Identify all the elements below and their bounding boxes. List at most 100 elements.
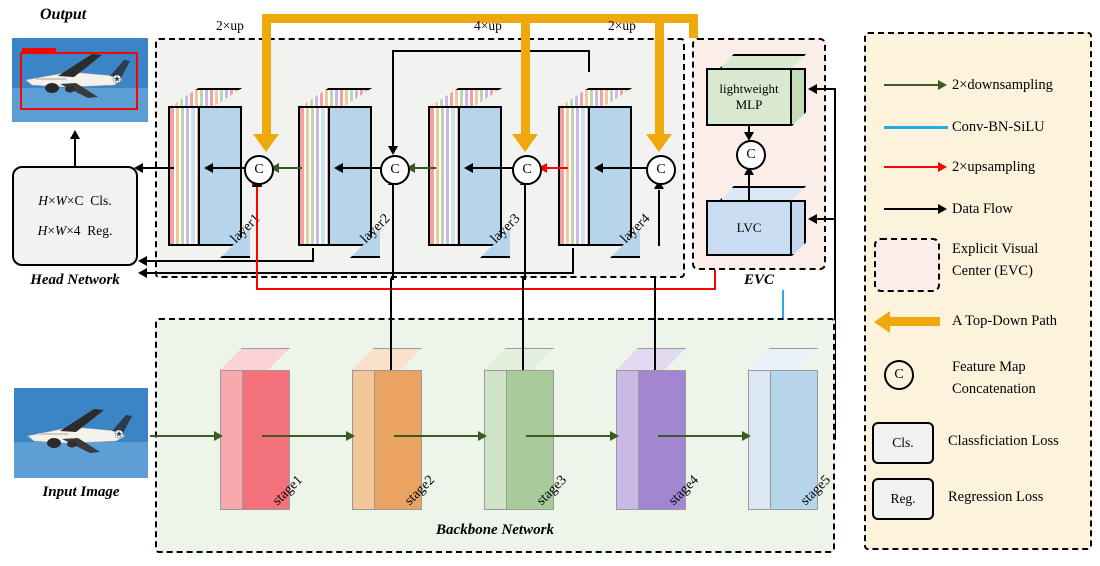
- stage5-side-face: [748, 370, 770, 510]
- stage3-to-concat3-line: [524, 184, 526, 280]
- evc-upsample-hline: [256, 288, 716, 290]
- lvc-side-face: [792, 200, 806, 256]
- lvc-front-face: LVC: [706, 200, 792, 256]
- head-network-box: H×W×C Cls. H×W×4 Reg.: [12, 166, 138, 266]
- layer2-to-concat1-line: [278, 167, 302, 169]
- layer4-bracket-vline-right: [588, 50, 590, 72]
- stage1-side-face: [220, 370, 242, 510]
- output-image: [12, 38, 148, 122]
- stage2-to-stage3-line: [394, 435, 480, 437]
- top-down-path-vline-2: [521, 14, 530, 136]
- layer2-front-face: [328, 106, 372, 246]
- head-to-output-line: [74, 138, 76, 166]
- detection-bbox: [20, 52, 138, 110]
- layer1-side-face: [168, 106, 198, 246]
- layer4-bracket-arrowhead: [388, 146, 398, 155]
- upsample-label-1: 2×up: [216, 18, 244, 33]
- legend-green-arrowhead: [938, 80, 947, 90]
- stage3-to-stage4-line: [526, 435, 612, 437]
- mlp-label-line1: lightweight: [719, 80, 779, 96]
- legend-yellow-arrowhead: [874, 311, 890, 333]
- input-to-stage1-arrowhead: [214, 431, 223, 441]
- legend-dashed-box-icon: [874, 238, 940, 292]
- concat-4-symbol: C: [656, 162, 666, 177]
- mlp-front-face: lightweight MLP: [706, 68, 792, 126]
- legend-green-arrow-icon: [884, 84, 940, 86]
- detection-bbox-tag: [22, 48, 56, 54]
- stage2-to-neck-line: [390, 278, 392, 370]
- input-to-stage1-line: [150, 435, 218, 437]
- layer2-feedback-arrowhead: [138, 256, 147, 266]
- stage2-to-concat2-line: [392, 184, 394, 280]
- stage1-to-stage2-line: [262, 435, 348, 437]
- concat2-to-layer2-arrowhead: [334, 163, 343, 173]
- legend-red-arrow-icon: [884, 166, 940, 168]
- evc-to-concat4-vline: [658, 190, 660, 246]
- layer3-to-concat2-line: [414, 167, 436, 169]
- top-down-path-arrowhead-2: [512, 134, 538, 152]
- concat-circle-4: C: [646, 155, 676, 185]
- head-network-label: Head Network: [30, 272, 120, 288]
- stage1-to-stage2-arrowhead: [346, 431, 355, 441]
- legend-black-arrowhead: [938, 204, 947, 214]
- concat1-to-layer1-line: [212, 167, 246, 169]
- concat-circle-3: C: [512, 155, 542, 185]
- head-reg-text: H×W×4 Reg.: [37, 223, 113, 238]
- stage5-to-evc-top-arrowhead: [808, 84, 817, 94]
- input-airplane-photo: [14, 388, 148, 478]
- lvc-top-face: [720, 186, 806, 200]
- legend-label-evc-line1: Explicit Visual: [952, 241, 1039, 257]
- top-down-path-vline-3: [655, 14, 664, 136]
- top-down-path-arrowhead-1: [253, 134, 279, 152]
- input-image: [14, 388, 148, 478]
- legend-label-classification-loss: Classficiation Loss: [948, 433, 1059, 449]
- legend-label-top-down-path: A Top-Down Path: [952, 313, 1058, 329]
- lvc-label: LVC: [736, 219, 762, 235]
- legend-label-regression-loss: Regression Loss: [948, 489, 1044, 505]
- layer3-side-face: [428, 106, 458, 246]
- mlp-label-line2: MLP: [735, 97, 763, 112]
- mlp-top-face: [720, 54, 806, 68]
- lightweight-mlp-box: lightweight MLP: [706, 54, 806, 126]
- concat-1-symbol: C: [254, 162, 264, 177]
- layer3-front-face: [458, 106, 502, 246]
- legend-cls-chip-icon: Cls.: [872, 422, 934, 464]
- layer1-to-head-arrowhead: [134, 163, 143, 173]
- concat3-to-layer3-arrowhead: [464, 163, 473, 173]
- stage5-to-evc-top-hline: [816, 88, 836, 90]
- upsample-label-3: 2×up: [608, 18, 636, 33]
- output-title: Output: [40, 6, 87, 23]
- legend-blue-line-icon: [884, 126, 948, 129]
- evc-concat-circle: C: [736, 140, 766, 170]
- stage5-to-evc-bottom-hline: [816, 218, 836, 220]
- backbone-network-label: Backbone Network: [436, 522, 554, 538]
- legend-reg-chip-label: Reg.: [890, 491, 916, 506]
- layer4-bracket-vline-left: [392, 50, 394, 148]
- stage4-to-neck-line: [654, 278, 656, 370]
- concat-3-symbol: C: [522, 162, 532, 177]
- legend-yellow-arrow-line: [890, 317, 940, 326]
- upsample-label-2: 4×up: [474, 18, 502, 33]
- head-cls-text: H×W×C Cls.: [38, 193, 112, 208]
- head-to-output-arrowhead: [70, 130, 80, 139]
- evc-label: EVC: [743, 272, 774, 288]
- layer2-feedback-hline: [146, 260, 314, 262]
- legend-label-downsampling: 2×downsampling: [952, 77, 1053, 93]
- legend-label-upsampling: 2×upsampling: [952, 159, 1036, 175]
- legend-concat-circle-icon: C: [884, 360, 914, 390]
- lvc-box: LVC: [706, 186, 806, 256]
- legend-label-conv-bn-silu: Conv-BN-SiLU: [952, 119, 1045, 135]
- layer3-feedback-hline: [146, 272, 574, 274]
- legend-concat-symbol: C: [894, 367, 904, 382]
- stage4-to-stage5-line: [658, 435, 744, 437]
- concat2-to-layer2-line: [342, 167, 382, 169]
- top-down-path-source-stub: [689, 14, 698, 38]
- legend-red-arrowhead: [938, 162, 947, 172]
- mlp-side-face: [792, 68, 806, 126]
- layer3-feedback-arrowhead: [138, 268, 147, 278]
- layer1-front-face: [198, 106, 242, 246]
- layer4-side-face: [558, 106, 588, 246]
- legend-label-concat-line2: Concatenation: [952, 381, 1036, 397]
- legend-label-evc-line2: Center (EVC): [952, 263, 1033, 279]
- stage3-side-face: [484, 370, 506, 510]
